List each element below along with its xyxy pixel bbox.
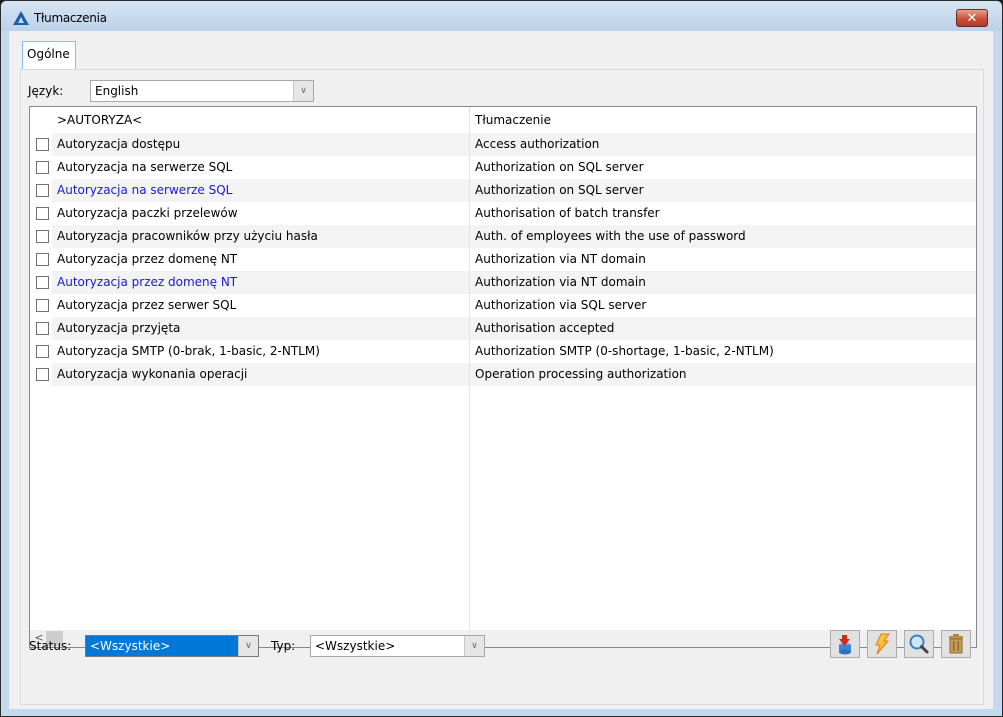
source-text-cell[interactable]: Autoryzacja pracowników przy użyciu hasł… (57, 229, 318, 243)
source-text-cell[interactable]: Autoryzacja na serwerze SQL (57, 160, 232, 174)
status-label: Status: (29, 639, 72, 653)
row-checkbox[interactable] (36, 368, 49, 381)
row-checkbox[interactable] (36, 345, 49, 358)
row-checkbox[interactable] (36, 161, 49, 174)
table-row[interactable]: Autoryzacja dostępu Access authorization (30, 133, 976, 156)
row-checkbox[interactable] (36, 207, 49, 220)
source-text-cell[interactable]: Autoryzacja SMTP (0-brak, 1-basic, 2-NTL… (57, 344, 320, 358)
source-text-cell[interactable]: Autoryzacja paczki przelewów (57, 206, 238, 220)
tab-ogolne[interactable]: Ogólne (22, 41, 76, 69)
database-import-icon (839, 635, 851, 655)
typ-select[interactable]: <Wszystkie> ∨ (310, 635, 485, 657)
row-checkbox[interactable] (36, 253, 49, 266)
column-header-translation[interactable]: Tłumaczenie (475, 113, 551, 127)
status-value: <Wszystkie> (90, 639, 171, 653)
translation-cell[interactable]: Authorization SMTP (0-shortage, 1-basic,… (475, 344, 774, 358)
close-button[interactable]: ✕ (956, 9, 988, 27)
chevron-down-icon[interactable]: ∨ (293, 81, 313, 101)
source-text-cell[interactable]: Autoryzacja dostępu (57, 137, 180, 151)
trash-icon (949, 634, 963, 654)
source-text-cell[interactable]: Autoryzacja przez domenę NT (57, 275, 237, 289)
column-header-source[interactable]: >AUTORYZA< (57, 113, 142, 127)
translation-cell[interactable]: Authorization via SQL server (475, 298, 646, 312)
translation-cell[interactable]: Operation processing authorization (475, 367, 687, 381)
translation-cell[interactable]: Authorisation accepted (475, 321, 614, 335)
row-checkbox[interactable] (36, 230, 49, 243)
language-value: English (95, 84, 139, 98)
grid-rows: Autoryzacja dostępu Access authorization A… (30, 133, 976, 386)
translations-window: Tłumaczenia ✕ Ogólne Język: English ∨ >A… (0, 0, 1003, 717)
translation-cell[interactable]: Authorisation of batch transfer (475, 206, 660, 220)
source-text-cell[interactable]: Autoryzacja przez domenę NT (57, 252, 237, 266)
typ-value: <Wszystkie> (315, 639, 396, 653)
table-row[interactable]: Autoryzacja przez serwer SQL Authorizatio… (30, 294, 976, 317)
translation-cell[interactable]: Authorization via NT domain (475, 252, 646, 266)
source-text-cell[interactable]: Autoryzacja przyjęta (57, 321, 180, 335)
client-area: Ogólne Język: English ∨ >AUTORYZA< Tłuma… (9, 31, 993, 709)
language-label: Język: (28, 84, 64, 98)
translation-cell[interactable]: Authorization on SQL server (475, 183, 644, 197)
translation-cell[interactable]: Authorization via NT domain (475, 275, 646, 289)
table-row[interactable]: Autoryzacja pracowników przy użyciu hasł… (30, 225, 976, 248)
close-icon: ✕ (966, 10, 978, 26)
typ-label: Typ: (271, 639, 296, 653)
table-row[interactable]: Autoryzacja na serwerze SQL Authorization… (30, 156, 976, 179)
translations-grid: >AUTORYZA< Tłumaczenie Autoryzacja dostę… (29, 106, 977, 648)
row-checkbox[interactable] (36, 184, 49, 197)
app-logo-icon (13, 11, 29, 25)
table-row[interactable]: Autoryzacja przyjęta Authorisation accept… (30, 317, 976, 340)
language-select[interactable]: English ∨ (90, 80, 314, 102)
table-row[interactable]: Autoryzacja wykonania operacji Operation … (30, 363, 976, 386)
row-checkbox[interactable] (36, 299, 49, 312)
source-text-cell[interactable]: Autoryzacja na serwerze SQL (57, 183, 232, 197)
source-text-cell[interactable]: Autoryzacja wykonania operacji (57, 367, 247, 381)
source-text-cell[interactable]: Autoryzacja przez serwer SQL (57, 298, 236, 312)
translation-cell[interactable]: Access authorization (475, 137, 599, 151)
translation-cell[interactable]: Auth. of employees with the use of passw… (475, 229, 746, 243)
row-checkbox[interactable] (36, 322, 49, 335)
table-row[interactable]: Autoryzacja SMTP (0-brak, 1-basic, 2-NTL… (30, 340, 976, 363)
title-bar[interactable]: Tłumaczenia ✕ (1, 1, 1002, 31)
table-row[interactable]: Autoryzacja na serwerze SQL Authorization… (30, 179, 976, 202)
execute-button[interactable] (867, 630, 897, 658)
table-row[interactable]: Autoryzacja przez domenę NT Authorization… (30, 271, 976, 294)
row-checkbox[interactable] (36, 138, 49, 151)
row-checkbox[interactable] (36, 276, 49, 289)
search-button[interactable] (904, 630, 934, 658)
lightning-icon (875, 633, 890, 655)
import-button[interactable] (830, 630, 860, 658)
delete-button[interactable] (941, 630, 971, 658)
window-title: Tłumaczenia (34, 11, 107, 25)
status-select[interactable]: <Wszystkie> ∨ (85, 635, 259, 657)
table-row[interactable]: Autoryzacja przez domenę NT Authorization… (30, 248, 976, 271)
chevron-down-icon[interactable]: ∨ (238, 636, 258, 656)
chevron-down-icon[interactable]: ∨ (464, 636, 484, 656)
translation-cell[interactable]: Authorization on SQL server (475, 160, 644, 174)
grid-header: >AUTORYZA< Tłumaczenie (30, 107, 976, 131)
magnifier-icon (909, 634, 929, 654)
table-row[interactable]: Autoryzacja paczki przelewów Authorisatio… (30, 202, 976, 225)
